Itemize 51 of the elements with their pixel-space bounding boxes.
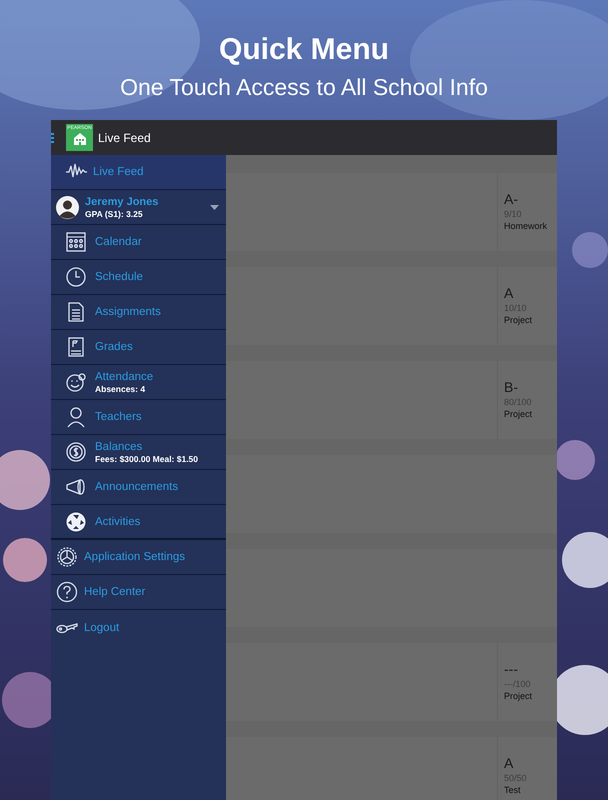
drawer-item-label: Grades (95, 340, 133, 354)
menu-icon[interactable] (51, 132, 54, 142)
avatar (56, 196, 79, 218)
drawer-item-label: Calendar (95, 235, 142, 249)
drawer-item-label: Assignments (95, 305, 161, 319)
category-text: Test (504, 784, 522, 796)
profile-selector[interactable]: Jeremy Jones GPA (S1): 3.25 (51, 190, 226, 225)
gear-icon (56, 546, 78, 568)
drawer-item-detail: Absences: 4 (95, 384, 146, 394)
gpa-text: GPA (S1): 3.25 (85, 208, 144, 220)
drawer-item[interactable]: Live Feed (51, 155, 226, 190)
drawer-item-label: Logout (84, 620, 120, 634)
drawer-item-label: Live Feed (93, 165, 144, 179)
smiley-icon (65, 371, 87, 393)
drawer-item-label: Teachers (95, 410, 142, 424)
app-bar-title: Live Feed (98, 130, 151, 146)
clock-icon (65, 266, 87, 288)
category-text: Project (504, 690, 532, 702)
category-text: Homework (504, 220, 548, 232)
megaphone-icon (65, 476, 87, 498)
soccer-ball-icon (65, 510, 87, 532)
coin-icon (65, 441, 87, 463)
drawer-item[interactable]: Schedule (51, 260, 226, 295)
grade-text: A- (504, 191, 519, 208)
drawer-item[interactable]: Application Settings (51, 540, 226, 575)
category-text: Project (504, 408, 532, 420)
headline-subtitle: One Touch Access to All School Info (120, 73, 488, 102)
drawer-item[interactable]: Grades (51, 330, 226, 365)
help-icon (56, 581, 78, 603)
drawer-item-label: Activities (95, 514, 140, 528)
drawer-item-label: Attendance (95, 370, 154, 384)
drawer-item-label: Schedule (95, 270, 143, 284)
headline-title: Quick Menu (218, 33, 390, 67)
drawer-item[interactable]: Activities (51, 505, 226, 540)
drawer-item-label: Help Center (84, 585, 146, 599)
person-icon (65, 406, 87, 428)
drawer-item-label: Application Settings (84, 550, 186, 564)
calendar-icon (65, 231, 87, 253)
drawer-item[interactable]: Balances Fees: $300.00 Meal: $1.50 (51, 435, 226, 470)
drawer-item[interactable]: Logout (51, 610, 226, 645)
drawer-item-label: Balances (95, 440, 144, 454)
category-text: Project (504, 314, 532, 326)
drawer-item-detail: Fees: $300.00 Meal: $1.50 (95, 454, 198, 464)
grade-text: B- (504, 379, 519, 396)
drawer-item-label: Announcements (95, 480, 178, 494)
drawer-item[interactable]: Calendar (51, 225, 226, 260)
grade-text: A (504, 285, 514, 302)
grade-text: --- (504, 661, 519, 678)
grade-text: A (504, 755, 514, 772)
student-name: Jeremy Jones (85, 194, 158, 208)
dropdown-caret-icon[interactable] (210, 204, 219, 210)
